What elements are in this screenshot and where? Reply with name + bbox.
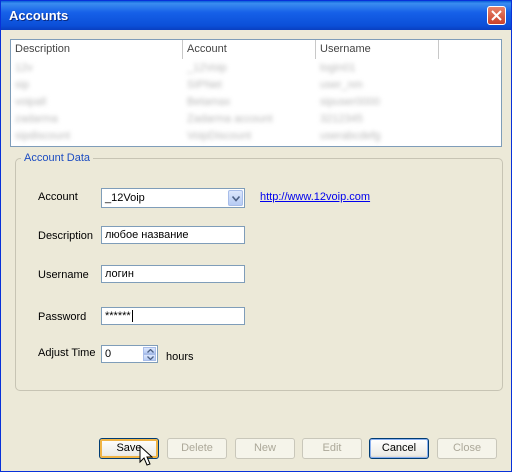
stepper-up-button[interactable] [143,347,156,354]
list-cell-account: _12Voip [187,62,227,74]
password-field[interactable]: ****** [101,307,245,325]
list-cell-account: Betamax [187,96,231,108]
adjust-time-stepper[interactable]: 0 [101,345,158,363]
chevron-down-icon [147,356,154,360]
username-field-value: логин [105,268,134,280]
cancel-button[interactable]: Cancel [369,438,429,459]
list-item[interactable]: sipdiscount VoipDiscount userabcdefg [11,128,501,145]
account-dropdown-button[interactable] [228,190,243,206]
adjust-time-value: 0 [105,348,112,360]
chevron-down-icon [232,196,240,202]
list-item[interactable]: zadarma Zadarma account 3212345 [11,111,501,128]
account-data-group-title: Account Data [21,152,94,164]
description-field[interactable]: любое название [101,226,245,244]
accounts-list[interactable]: Description Account Username 12v _12Voip… [10,39,502,147]
list-cell-username: user_nm [320,79,363,91]
list-item[interactable]: sip SIPNet user_nm [11,77,501,94]
password-label: Password [38,311,87,323]
list-cell-account: Zadarma account [187,113,273,125]
list-cell-username: login01 [320,62,356,74]
adjust-time-unit: hours [166,351,194,363]
list-cell-description: sip [15,79,30,91]
mouse-cursor-icon [139,445,153,466]
delete-button[interactable]: Delete [167,438,227,459]
column-header-description[interactable]: Description [11,40,183,59]
username-label: Username [38,269,89,281]
list-cell-description: sipdiscount [15,130,71,142]
account-label: Account [38,191,78,203]
title-bar[interactable]: Accounts [1,1,511,30]
stepper-down-button[interactable] [143,354,156,361]
close-window-button[interactable] [487,6,506,25]
description-field-value: любое название [105,229,189,241]
list-cell-username: sipuser0000 [320,96,380,108]
edit-button[interactable]: Edit [302,438,362,459]
new-button[interactable]: New [235,438,295,459]
list-cell-username: userabcdefg [320,130,381,142]
close-button[interactable]: Close [437,438,497,459]
username-field[interactable]: логин [101,265,245,283]
account-website-link[interactable]: http://www.12voip.com [260,191,370,203]
window-title: Accounts [9,8,69,23]
list-cell-account: VoipDiscount [187,130,252,142]
adjust-time-label: Adjust Time [38,347,96,359]
description-label: Description [38,230,94,242]
list-cell-username: 3212345 [320,113,363,125]
list-cell-description: 12v [15,62,33,74]
list-cell-account: SIPNet [187,79,222,91]
list-cell-description: zadarma [15,113,58,125]
list-cell-description: voipall [15,96,47,108]
account-select-value: _12Voip [105,192,145,204]
close-icon [491,10,502,21]
column-header-account[interactable]: Account [183,40,316,59]
chevron-up-icon [147,349,154,353]
accounts-window: Accounts Description Account Username 12… [0,0,512,472]
password-field-value: ****** [105,310,131,322]
list-header: Description Account Username [11,40,501,59]
account-select[interactable]: _12Voip [101,188,245,208]
text-caret [131,310,133,323]
list-item[interactable]: voipall Betamax sipuser0000 [11,94,501,111]
column-header-username[interactable]: Username [316,40,439,59]
list-item[interactable]: 12v _12Voip login01 [11,60,501,77]
